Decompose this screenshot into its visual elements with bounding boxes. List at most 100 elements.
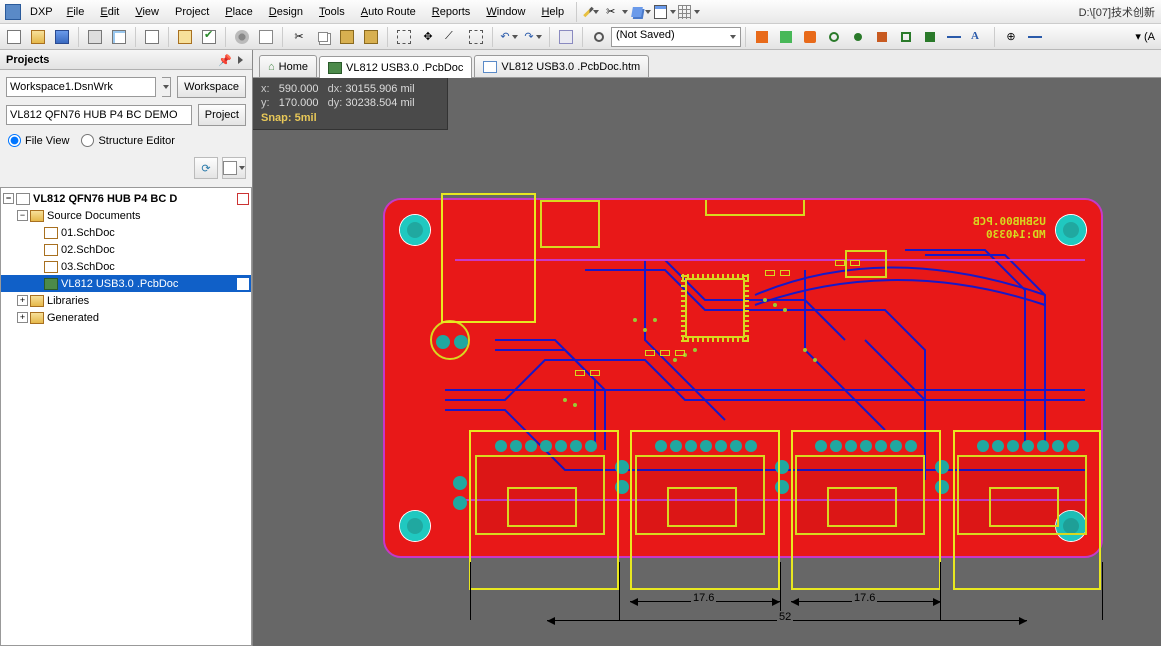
pliers-icon: ✂ — [606, 5, 619, 19]
tab-htm[interactable]: VL812 USB3.0 .PcbDoc.htm — [474, 55, 649, 77]
projects-panel: Projects 📌 Workspace Project File View S… — [0, 50, 253, 646]
saved-combo[interactable]: (Not Saved) — [611, 27, 741, 47]
place-pad-button[interactable] — [847, 26, 869, 48]
toolbar-right-text[interactable]: ▾ (A — [1131, 30, 1159, 43]
grid-dropdown[interactable] — [678, 2, 700, 22]
expand-icon[interactable]: + — [17, 295, 28, 306]
menu-tools[interactable]: Tools — [311, 3, 353, 21]
panel-options-button[interactable] — [222, 157, 246, 179]
tree-schdoc-3[interactable]: 03.SchDoc — [1, 258, 251, 275]
tree-label: 01.SchDoc — [61, 227, 115, 239]
menu-window[interactable]: Window — [478, 3, 533, 21]
collapse-icon[interactable]: − — [17, 210, 28, 221]
open-project-button[interactable] — [174, 26, 196, 48]
layers-dropdown[interactable] — [630, 2, 652, 22]
place-via-button[interactable] — [823, 26, 845, 48]
window-icon — [654, 5, 667, 19]
zoom-button[interactable] — [588, 26, 610, 48]
crystal — [430, 320, 470, 360]
save-button[interactable] — [51, 26, 73, 48]
pliers-dropdown[interactable]: ✂ — [606, 2, 628, 22]
editor-area: ⌂ Home VL812 USB3.0 .PcbDoc VL812 USB3.0… — [253, 50, 1161, 646]
main-ic — [685, 278, 745, 338]
place-coord-button[interactable]: ⊕ — [1000, 26, 1022, 48]
ole-button[interactable] — [141, 26, 163, 48]
clear-button[interactable] — [465, 26, 487, 48]
tree-libraries[interactable]: + Libraries — [1, 292, 251, 309]
structure-editor-radio[interactable]: Structure Editor — [81, 134, 174, 147]
copy-button[interactable] — [312, 26, 334, 48]
panel-menu-icon[interactable] — [234, 54, 246, 66]
tree-pcbdoc[interactable]: VL812 USB3.0 .PcbDoc — [1, 275, 251, 292]
open-button[interactable] — [27, 26, 49, 48]
place-region-button[interactable] — [895, 26, 917, 48]
divider — [492, 27, 493, 47]
home-icon: ⌂ — [268, 61, 275, 73]
project-input[interactable] — [6, 105, 192, 125]
menu-view[interactable]: View — [127, 3, 167, 21]
collapse-icon[interactable]: − — [3, 193, 14, 204]
pcb-canvas[interactable]: x: 590.000 dx: 30155.906 mil y: 170.000 … — [253, 78, 1161, 646]
tree-schdoc-2[interactable]: 02.SchDoc — [1, 241, 251, 258]
tree-schdoc-1[interactable]: 01.SchDoc — [1, 224, 251, 241]
paste-button[interactable] — [336, 26, 358, 48]
tree-source-documents[interactable]: − Source Documents — [1, 207, 251, 224]
select-rect-button[interactable] — [393, 26, 415, 48]
menu-place[interactable]: Place — [217, 3, 261, 21]
expand-icon[interactable]: + — [17, 312, 28, 323]
open-project-icon — [178, 30, 192, 44]
menu-reports[interactable]: Reports — [424, 3, 479, 21]
workspace-button[interactable]: Workspace — [177, 76, 246, 98]
pencil-dropdown[interactable] — [582, 2, 604, 22]
doc-button[interactable] — [255, 26, 277, 48]
selection-box — [630, 430, 780, 590]
window-dropdown[interactable] — [654, 2, 676, 22]
project-tree[interactable]: − VL812 QFN76 HUB P4 BC D − Source Docum… — [0, 187, 252, 646]
place-line-button[interactable] — [943, 26, 965, 48]
workspace-dropdown[interactable] — [162, 77, 171, 97]
app-menu[interactable]: DXP — [24, 6, 59, 18]
paste-special-button[interactable] — [360, 26, 382, 48]
pin-icon[interactable]: 📌 — [218, 54, 230, 66]
tree-project-root[interactable]: − VL812 QFN76 HUB P4 BC D — [1, 190, 251, 207]
move-button[interactable]: ✥ — [417, 26, 439, 48]
project-button[interactable]: Project — [198, 104, 246, 126]
folder-icon — [30, 210, 44, 222]
workspace-input[interactable] — [6, 77, 156, 97]
tab-home[interactable]: ⌂ Home — [259, 55, 317, 77]
main-area: Projects 📌 Workspace Project File View S… — [0, 50, 1161, 646]
file-view-radio[interactable]: File View — [8, 134, 69, 147]
menu-help[interactable]: Help — [533, 3, 572, 21]
menu-edit[interactable]: Edit — [92, 3, 127, 21]
undo-button[interactable]: ↶ — [498, 26, 520, 48]
tab-pcbdoc[interactable]: VL812 USB3.0 .PcbDoc — [319, 56, 472, 78]
cut-button[interactable]: ✂ — [288, 26, 310, 48]
route-multi-button[interactable] — [799, 26, 821, 48]
gear-button[interactable] — [231, 26, 253, 48]
route-track-icon — [756, 31, 768, 43]
redo-button[interactable]: ↷ — [522, 26, 544, 48]
place-poly-button[interactable] — [919, 26, 941, 48]
place-string-button[interactable]: A — [967, 26, 989, 48]
menu-design[interactable]: Design — [261, 3, 311, 21]
route-track-button[interactable] — [751, 26, 773, 48]
divider — [576, 2, 577, 22]
selection-box — [469, 430, 619, 590]
document-tabs: ⌂ Home VL812 USB3.0 .PcbDoc VL812 USB3.0… — [253, 50, 1161, 78]
tree-generated[interactable]: + Generated — [1, 309, 251, 326]
menu-autoroute[interactable]: Auto Route — [353, 3, 424, 21]
deselect-button[interactable]: ⟋ — [441, 26, 463, 48]
place-fill-button[interactable] — [871, 26, 893, 48]
print-button[interactable] — [84, 26, 106, 48]
menu-project[interactable]: Project — [167, 3, 217, 21]
place-dim-button[interactable] — [1024, 26, 1046, 48]
deselect-icon: ⟋ — [445, 30, 459, 44]
menu-file[interactable]: File — [59, 3, 93, 21]
new-button[interactable] — [3, 26, 25, 48]
grid-icon — [678, 5, 691, 19]
print-preview-button[interactable] — [108, 26, 130, 48]
route-diff-button[interactable] — [775, 26, 797, 48]
thumbnail-button[interactable] — [555, 26, 577, 48]
refresh-button[interactable]: ⟳ — [194, 157, 218, 179]
validate-button[interactable] — [198, 26, 220, 48]
